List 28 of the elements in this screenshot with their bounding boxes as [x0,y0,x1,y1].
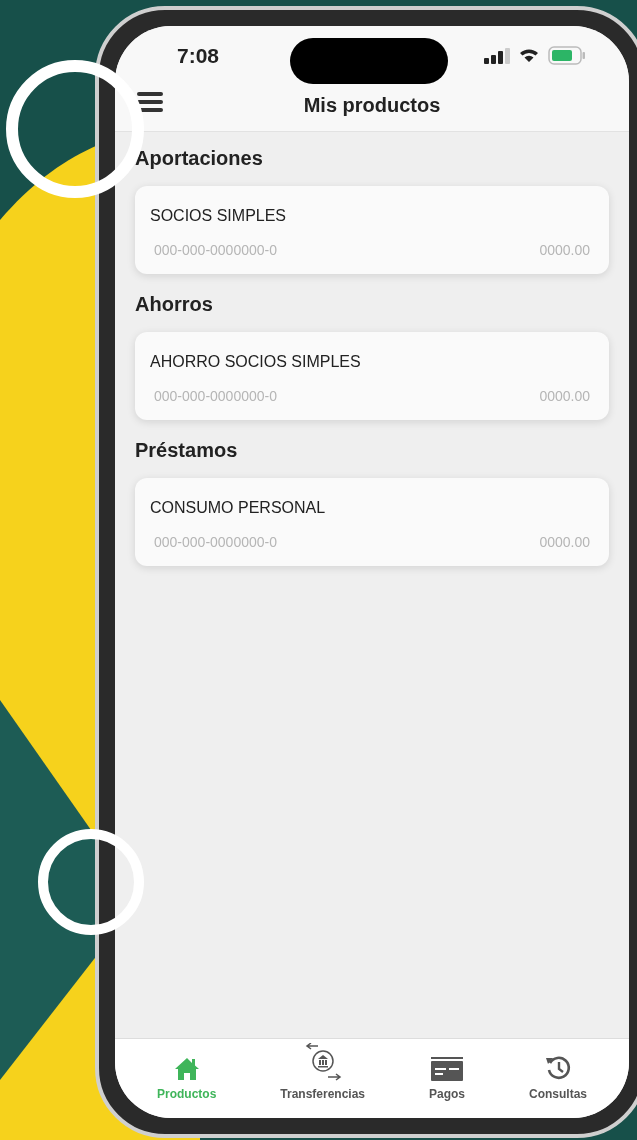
tab[interactable]: Pagos [429,1047,465,1103]
account-number: 000-000-0000000-0 [154,533,277,552]
history-icon [544,1055,571,1081]
balance: 0000.00 [539,533,590,552]
product-name: CONSUMO PERSONAL [150,498,327,518]
card-icon [431,1057,463,1081]
wifi-icon [519,48,539,63]
account-number: 000-000-0000000-0 [154,241,277,260]
status-time: 7:08 [177,43,220,69]
home-icon [173,1057,200,1081]
section-heading: Préstamos [135,438,239,462]
tab[interactable]: Transferencias [280,1047,365,1103]
signal-icon [484,48,510,64]
section-heading: Ahorros [135,292,214,316]
section-heading: Aportaciones [135,146,264,170]
battery-icon [548,46,586,65]
product-card[interactable]: AHORRO SOCIOS SIMPLES 000-000-0000000-0 0000.00 [135,332,609,420]
balance: 0000.00 [539,387,590,406]
account-number: 000-000-0000000-0 [154,387,277,406]
menu-button[interactable] [137,92,163,112]
product-name: AHORRO SOCIOS SIMPLES [150,352,362,372]
balance: 0000.00 [539,241,590,260]
tab[interactable]: Consultas [528,1047,587,1103]
product-name: SOCIOS SIMPLES [150,206,288,226]
product-card[interactable]: SOCIOS SIMPLES 000-000-0000000-0 0000.00 [135,186,609,274]
screen-title: Mis productos [303,93,441,118]
product-card[interactable]: CONSUMO PERSONAL 000-000-0000000-0 0000.00 [135,478,609,566]
bank-transfer-icon [303,1043,342,1081]
